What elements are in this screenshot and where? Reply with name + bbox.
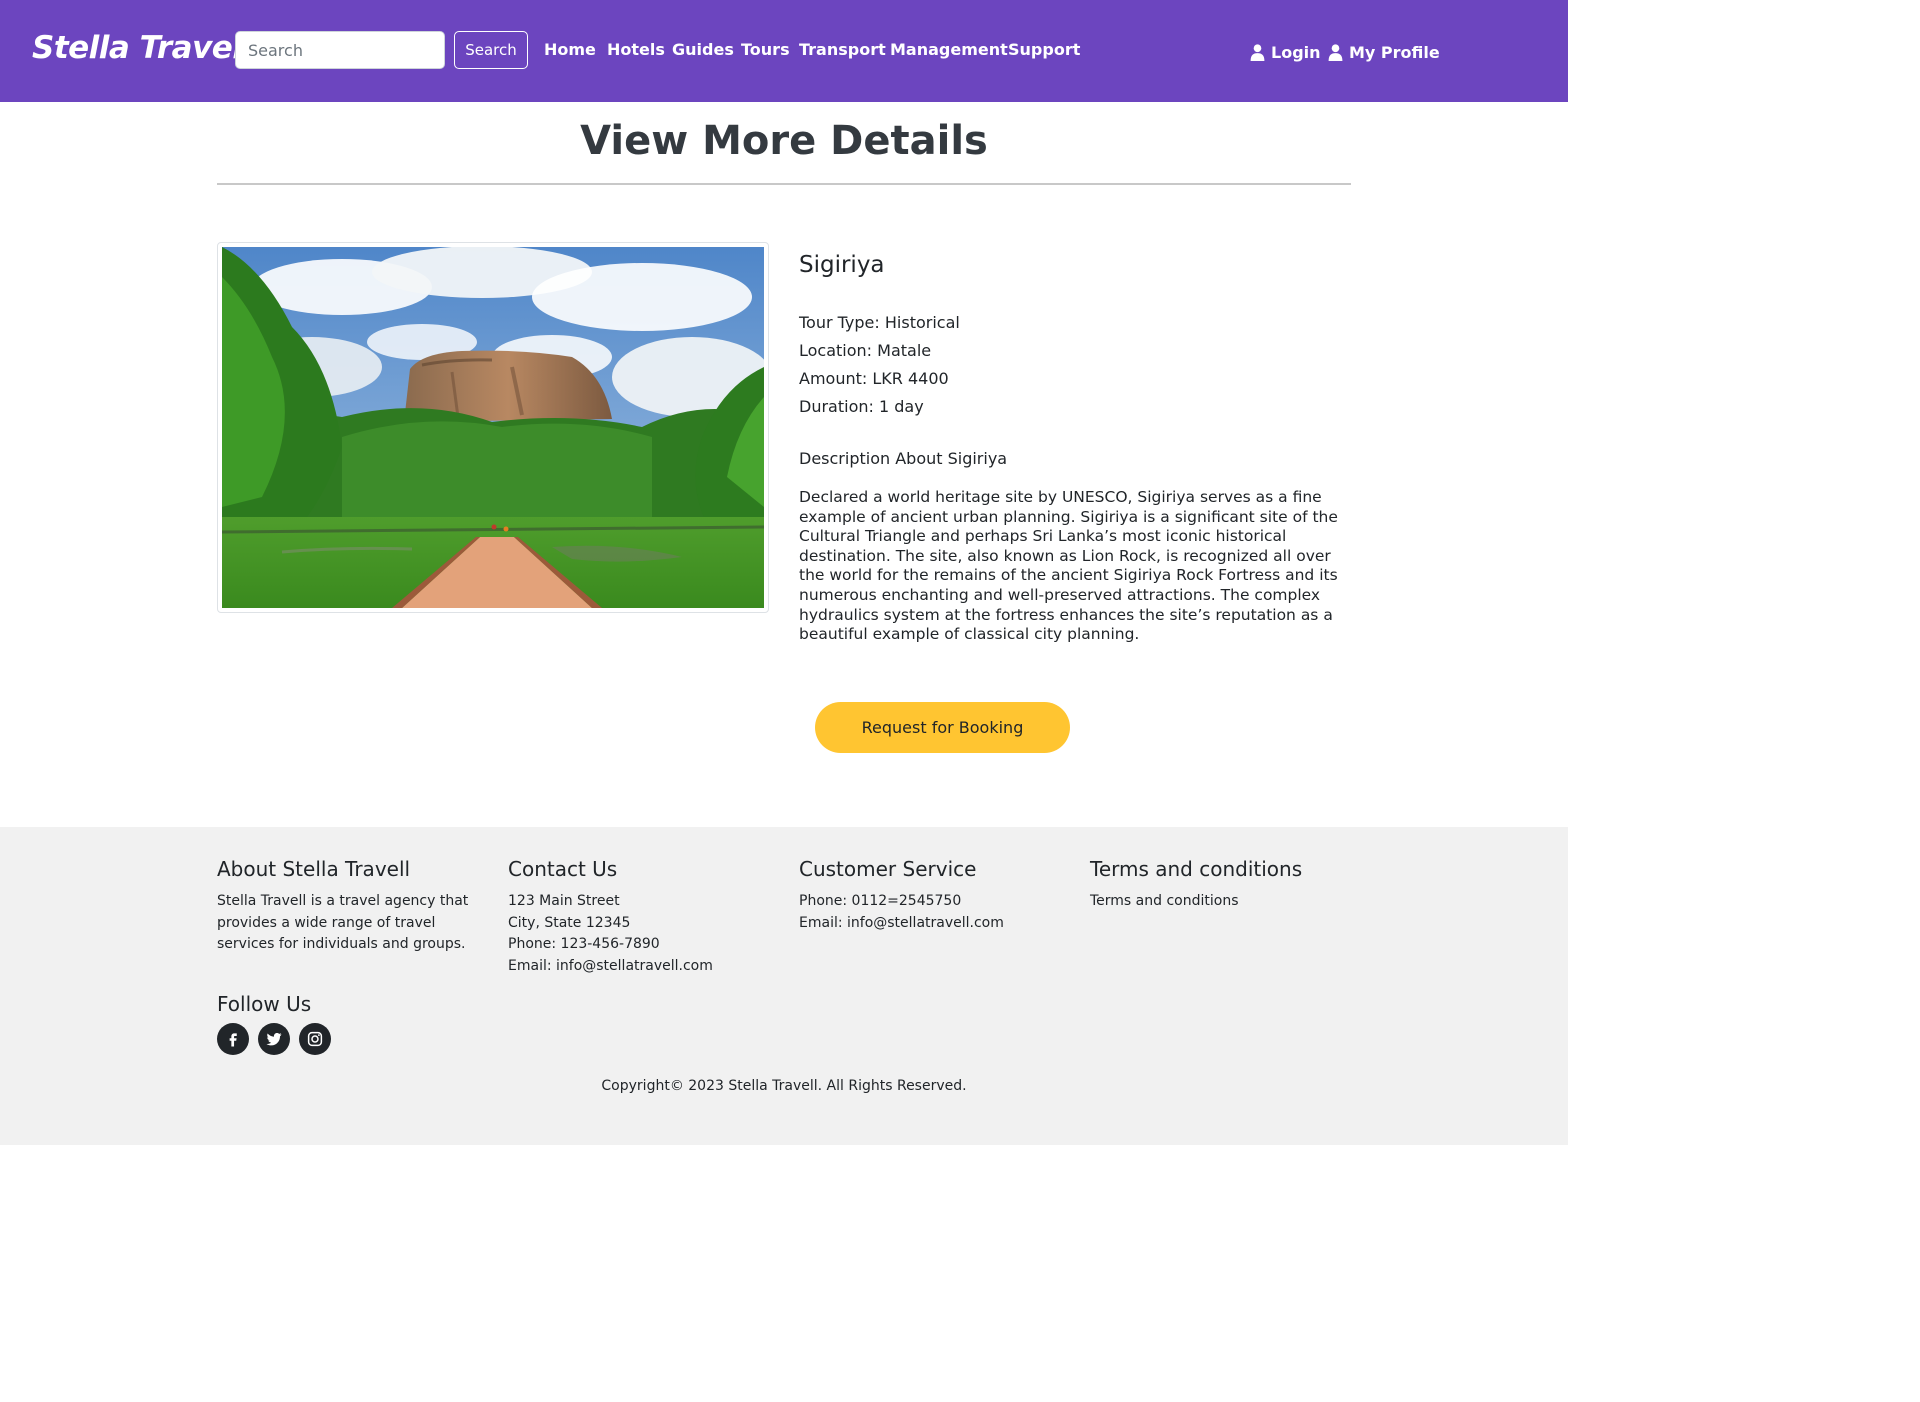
footer-terms: Terms and conditions Terms and condition… [1090,857,1350,913]
tour-location: Location: Matale [799,341,932,360]
instagram-link[interactable] [299,1023,331,1055]
tour-amount: Amount: LKR 4400 [799,369,949,388]
terms-link[interactable]: Terms and conditions [1090,891,1350,913]
request-booking-button[interactable]: Request for Booking [815,702,1070,753]
follow-us-heading: Follow Us [217,992,312,1016]
facebook-link[interactable] [217,1023,249,1055]
twitter-link[interactable] [258,1023,290,1055]
search-button[interactable]: Search [454,31,528,69]
title-divider [217,183,1351,185]
footer-about-text: Stella Travell is a travel agency that p… [217,893,469,952]
nav-link-guides[interactable]: Guides [672,40,734,59]
contact-phone: Phone: 123-456-7890 [508,936,660,952]
footer-customer-service: Customer Service Phone: 0112=2545750 Ema… [799,857,1059,934]
tour-type: Tour Type: Historical [799,313,960,332]
description-heading: Description About Sigiriya [799,449,1008,468]
nav-link-tours[interactable]: Tours [741,40,790,59]
tour-name: Sigiriya [799,252,885,278]
twitter-icon [266,1033,282,1046]
instagram-icon [307,1031,323,1047]
my-profile-label: My Profile [1349,42,1440,62]
nav-link-management[interactable]: Management [890,40,1008,59]
tour-description: Declared a world heritage site by UNESCO… [799,488,1338,644]
top-navbar: Stella Travel Search Home Hotels Guides … [0,0,1568,102]
nav-link-transport[interactable]: Transport [799,40,886,59]
nav-link-hotels[interactable]: Hotels [607,40,665,59]
user-icon [1328,43,1343,61]
contact-email[interactable]: Email: info@stellatravell.com [508,956,768,978]
brand-logo[interactable]: Stella Travel [32,30,243,66]
contact-city: City, State 12345 [508,914,631,931]
nav-link-home[interactable]: Home [544,40,596,59]
login-label: Login [1271,42,1321,62]
sigiriya-photo [222,247,764,608]
nav-link-support[interactable]: Support [1008,40,1080,59]
footer-about: About Stella Travell Stella Travell is a… [217,857,477,956]
tour-image [217,242,769,613]
page-title: View More Details [580,118,988,164]
service-email[interactable]: Email: info@stellatravell.com [799,913,1059,935]
footer-customer-service-heading: Customer Service [799,857,977,881]
facebook-icon [229,1033,237,1047]
my-profile-link[interactable]: My Profile [1328,40,1440,64]
service-phone: Phone: 0112=2545750 [799,893,962,909]
social-links [217,1023,331,1055]
footer-terms-heading: Terms and conditions [1090,857,1303,881]
copyright-text: Copyright© 2023 Stella Travell. All Righ… [601,1078,967,1094]
footer: About Stella Travell Stella Travell is a… [0,827,1568,1145]
login-link[interactable]: Login [1250,40,1321,64]
user-icon [1250,43,1265,61]
contact-address: 123 Main Street [508,893,620,909]
search-input[interactable] [235,31,445,69]
footer-contact-heading: Contact Us [508,857,618,881]
footer-about-heading: About Stella Travell [217,857,411,881]
tour-duration: Duration: 1 day [799,397,924,416]
footer-contact: Contact Us 123 Main Street City, State 1… [508,857,768,977]
